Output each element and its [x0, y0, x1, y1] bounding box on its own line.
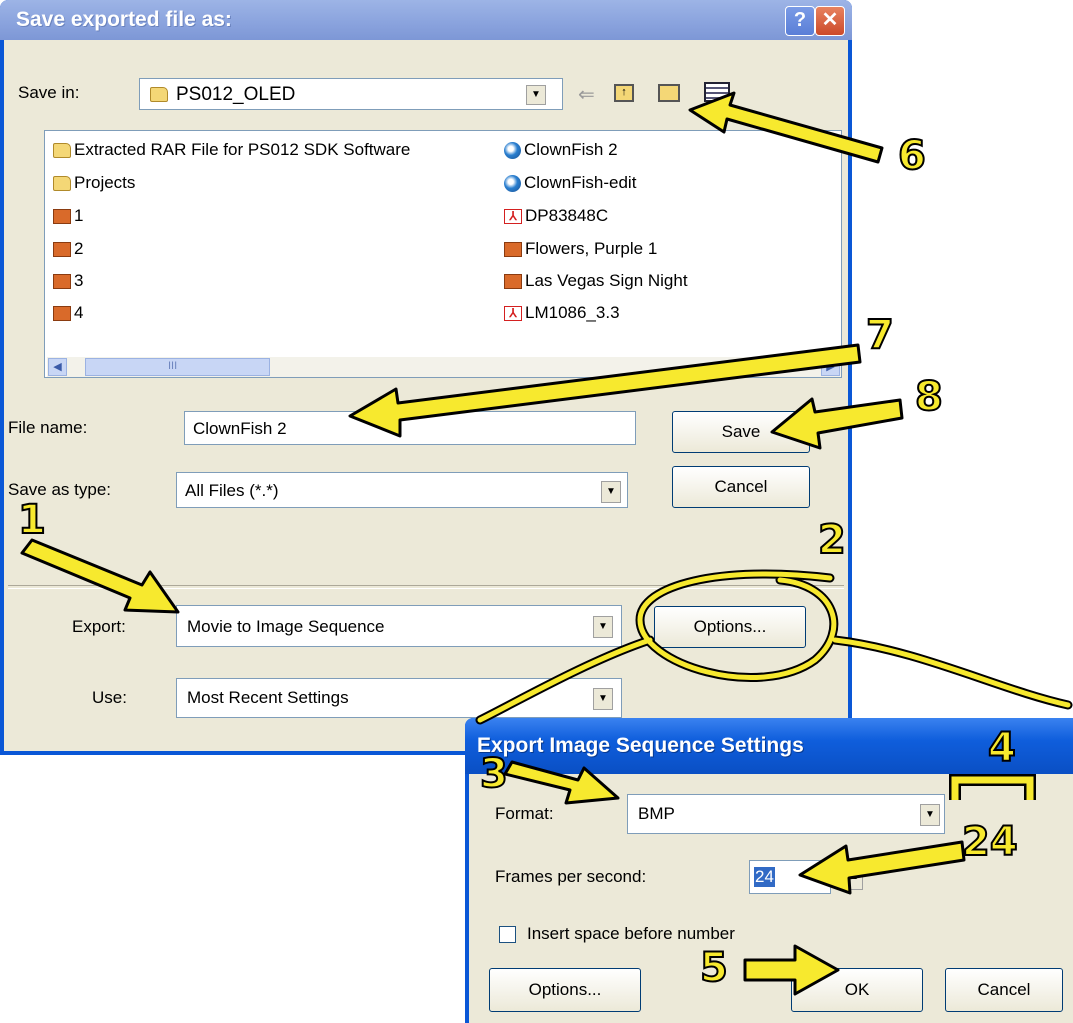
step-2-label: 2 — [817, 517, 847, 563]
step-1-label: 1 — [17, 497, 47, 543]
arrow-3 — [503, 760, 620, 805]
arrow-1 — [20, 538, 180, 614]
step-6-label: 6 — [897, 133, 927, 179]
step-5-label: 5 — [699, 945, 729, 991]
options-loop — [477, 571, 1071, 723]
fps-callout-label: 24 — [961, 819, 1019, 865]
arrow-8 — [770, 397, 904, 450]
bracket-4-fill — [951, 776, 1034, 800]
step-7-label: 7 — [865, 312, 895, 358]
arrow-24 — [798, 840, 966, 895]
arrow-5 — [743, 944, 840, 996]
arrow-6 — [688, 91, 884, 164]
step-3-label: 3 — [479, 751, 509, 797]
step-4-label: 4 — [987, 725, 1017, 771]
step-8-label: 8 — [914, 374, 944, 420]
